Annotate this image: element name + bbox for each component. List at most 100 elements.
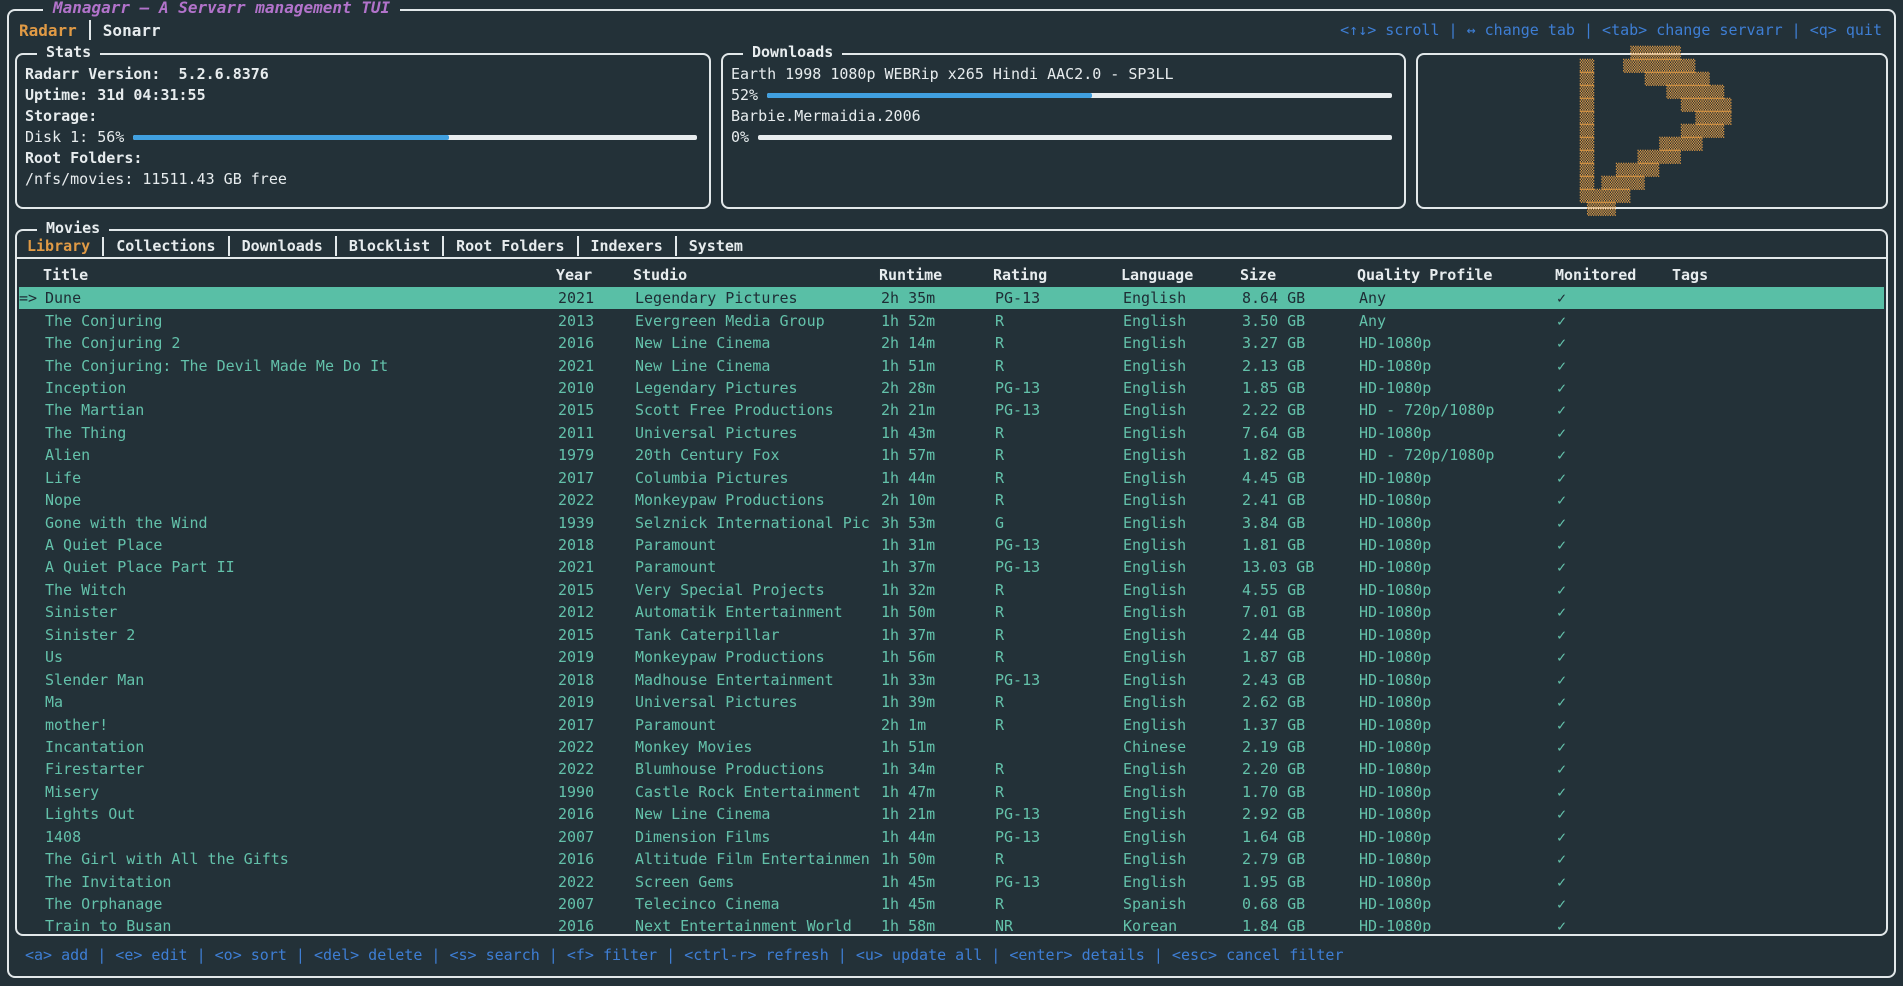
servarr-tabs: Radarr Sonarr xyxy=(19,20,161,40)
movie-row[interactable]: mother! 2017 Paramount 2h 1m R English 1… xyxy=(19,713,1884,735)
movie-runtime: 1h 51m xyxy=(881,738,995,756)
movie-language: Chinese xyxy=(1123,738,1242,756)
tab-library[interactable]: Library xyxy=(27,237,90,255)
movie-size: 1.81 GB xyxy=(1242,536,1359,554)
movie-studio: Paramount xyxy=(635,536,881,554)
monitored-check-icon: ✓ xyxy=(1557,469,1674,487)
tab-downloads[interactable]: Downloads xyxy=(242,237,323,255)
movie-studio: Monkeypaw Productions xyxy=(635,648,881,666)
movie-row[interactable]: Sinister 2012 Automatik Entertainment 1h… xyxy=(19,601,1884,623)
movie-row[interactable]: A Quiet Place Part II 2021 Paramount 1h … xyxy=(19,556,1884,578)
movie-year: 2022 xyxy=(558,873,635,891)
tab-indexers[interactable]: Indexers xyxy=(591,237,663,255)
monitored-check-icon: ✓ xyxy=(1557,783,1674,801)
movie-row[interactable]: Alien 1979 20th Century Fox 1h 57m R Eng… xyxy=(19,444,1884,466)
movie-size: 1.87 GB xyxy=(1242,648,1359,666)
movie-quality-profile: HD-1080p xyxy=(1359,828,1557,846)
movie-row[interactable]: A Quiet Place 2018 Paramount 1h 31m PG-1… xyxy=(19,534,1884,556)
movie-rating: NR xyxy=(995,917,1123,932)
movie-row[interactable]: Gone with the Wind 1939 Selznick Interna… xyxy=(19,511,1884,533)
movie-title: 1408 xyxy=(45,828,558,846)
movie-language: English xyxy=(1123,536,1242,554)
movie-row[interactable]: Firestarter 2022 Blumhouse Productions 1… xyxy=(19,758,1884,780)
movie-row[interactable]: Incantation 2022 Monkey Movies 1h 51m Ch… xyxy=(19,736,1884,758)
movie-year: 2018 xyxy=(558,536,635,554)
movie-size: 1.64 GB xyxy=(1242,828,1359,846)
movie-row[interactable]: The Witch 2015 Very Special Projects 1h … xyxy=(19,579,1884,601)
monitored-check-icon: ✓ xyxy=(1557,558,1674,576)
movie-quality-profile: HD-1080p xyxy=(1359,603,1557,621)
movie-studio: Legendary Pictures xyxy=(635,379,881,397)
movie-language: English xyxy=(1123,424,1242,442)
tab-system[interactable]: System xyxy=(689,237,743,255)
movie-quality-profile: HD-1080p xyxy=(1359,760,1557,778)
movie-quality-profile: HD-1080p xyxy=(1359,536,1557,554)
tab-blocklist[interactable]: Blocklist xyxy=(349,237,430,255)
movie-studio: Monkeypaw Productions xyxy=(635,491,881,509)
movie-runtime: 1h 45m xyxy=(881,873,995,891)
movie-row[interactable]: Train to Busan 2016 Next Entertainment W… xyxy=(19,915,1884,932)
movie-studio: Universal Pictures xyxy=(635,424,881,442)
tab-root-folders[interactable]: Root Folders xyxy=(456,237,564,255)
movie-language: English xyxy=(1123,783,1242,801)
movie-language: English xyxy=(1123,312,1242,330)
movie-row[interactable]: Life 2017 Columbia Pictures 1h 44m R Eng… xyxy=(19,467,1884,489)
movie-row[interactable]: The Conjuring 2013 Evergreen Media Group… xyxy=(19,309,1884,331)
movie-year: 2022 xyxy=(558,760,635,778)
movie-rating: R xyxy=(995,469,1123,487)
movie-title: The Girl with All the Gifts xyxy=(45,850,558,868)
movie-studio: Telecinco Cinema xyxy=(635,895,881,913)
movie-runtime: 2h 10m xyxy=(881,491,995,509)
movie-row[interactable]: Sinister 2 2015 Tank Caterpillar 1h 37m … xyxy=(19,624,1884,646)
movie-title: Sinister xyxy=(45,603,558,621)
movie-row[interactable]: The Orphanage 2007 Telecinco Cinema 1h 4… xyxy=(19,893,1884,915)
movie-size: 7.64 GB xyxy=(1242,424,1359,442)
movie-row[interactable]: Nope 2022 Monkeypaw Productions 2h 10m R… xyxy=(19,489,1884,511)
monitored-check-icon: ✓ xyxy=(1557,626,1674,644)
movie-row[interactable]: Ma 2019 Universal Pictures 1h 39m R Engl… xyxy=(19,691,1884,713)
app-window: Managarr – A Servarr management TUI Rada… xyxy=(7,9,1896,978)
column-header-rating: Rating xyxy=(993,266,1121,284)
movie-title: Train to Busan xyxy=(45,917,558,932)
movie-row[interactable]: The Conjuring 2 2016 New Line Cinema 2h … xyxy=(19,332,1884,354)
movie-runtime: 1h 50m xyxy=(881,603,995,621)
movie-row[interactable]: Lights Out 2016 New Line Cinema 1h 21m P… xyxy=(19,803,1884,825)
movie-row[interactable]: The Girl with All the Gifts 2016 Altitud… xyxy=(19,848,1884,870)
footer-keybind-hints: <a> add | <e> edit | <o> sort | <del> de… xyxy=(17,942,1886,968)
movie-quality-profile: HD-1080p xyxy=(1359,716,1557,734)
movie-size: 1.84 GB xyxy=(1242,917,1359,932)
movie-runtime: 1h 57m xyxy=(881,446,995,464)
movie-row[interactable]: The Conjuring: The Devil Made Me Do It 2… xyxy=(19,354,1884,376)
monitored-check-icon: ✓ xyxy=(1557,491,1674,509)
movie-year: 1979 xyxy=(558,446,635,464)
servarr-tab-radarr[interactable]: Radarr xyxy=(19,21,77,40)
movie-runtime: 1h 56m xyxy=(881,648,995,666)
root-folders-label: Root Folders: xyxy=(25,148,697,169)
movie-row[interactable]: The Invitation 2022 Screen Gems 1h 45m P… xyxy=(19,870,1884,892)
movie-quality-profile: HD-1080p xyxy=(1359,581,1557,599)
tab-collections[interactable]: Collections xyxy=(116,237,215,255)
movie-quality-profile: HD-1080p xyxy=(1359,873,1557,891)
movie-row[interactable]: 1408 2007 Dimension Films 1h 44m PG-13 E… xyxy=(19,826,1884,848)
servarr-tab-sonarr[interactable]: Sonarr xyxy=(103,21,161,40)
movie-row[interactable]: The Thing 2011 Universal Pictures 1h 43m… xyxy=(19,422,1884,444)
movie-row[interactable]: Us 2019 Monkeypaw Productions 1h 56m R E… xyxy=(19,646,1884,668)
movie-runtime: 1h 58m xyxy=(881,917,995,932)
download-percent-label: 0% xyxy=(731,127,749,148)
uptime: Uptime: 31d 04:31:55 xyxy=(25,85,697,106)
movie-size: 7.01 GB xyxy=(1242,603,1359,621)
movie-size: 1.70 GB xyxy=(1242,783,1359,801)
movie-studio: Legendary Pictures xyxy=(635,289,881,307)
app-title: Managarr – A Servarr management TUI xyxy=(43,0,400,17)
movie-row[interactable]: Inception 2010 Legendary Pictures 2h 28m… xyxy=(19,377,1884,399)
movie-runtime: 1h 32m xyxy=(881,581,995,599)
movie-row[interactable]: Misery 1990 Castle Rock Entertainment 1h… xyxy=(19,781,1884,803)
download-item-name: Barbie.Mermaidia.2006 xyxy=(731,106,1392,127)
movie-row[interactable]: => Dune 2021 Legendary Pictures 2h 35m P… xyxy=(19,287,1884,309)
movie-row[interactable]: The Martian 2015 Scott Free Productions … xyxy=(19,399,1884,421)
movie-studio: Castle Rock Entertainment xyxy=(635,783,881,801)
movie-quality-profile: HD-1080p xyxy=(1359,895,1557,913)
movie-row[interactable]: Slender Man 2018 Madhouse Entertainment … xyxy=(19,668,1884,690)
movie-runtime: 2h 1m xyxy=(881,716,995,734)
movie-quality-profile: HD - 720p/1080p xyxy=(1359,446,1557,464)
